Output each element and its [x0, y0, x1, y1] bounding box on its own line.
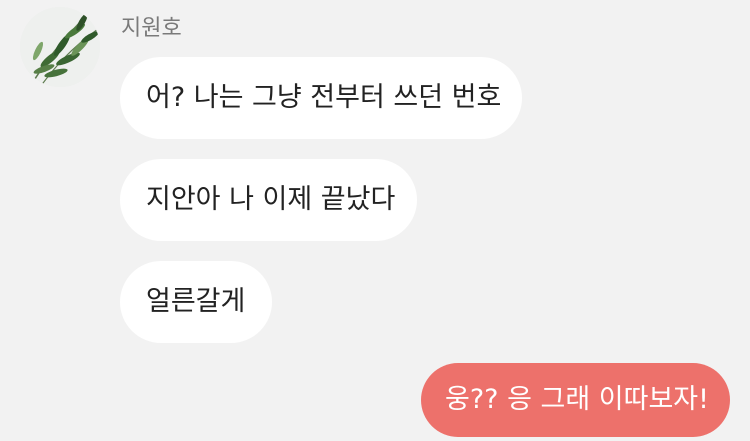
incoming-message-bubble[interactable]: 지안아 나 이제 끝났다	[120, 159, 417, 241]
sender-name: 지원호	[121, 16, 182, 41]
incoming-message-bubble[interactable]: 어? 나는 그냥 전부터 쓰던 번호	[120, 57, 522, 139]
sender-avatar[interactable]	[20, 7, 100, 87]
outgoing-message-bubble[interactable]: 웅?? 응 그래 이따보자!	[421, 363, 730, 437]
plant-leaves-icon	[20, 7, 100, 87]
incoming-message-bubble[interactable]: 얼른갈게	[120, 261, 272, 343]
